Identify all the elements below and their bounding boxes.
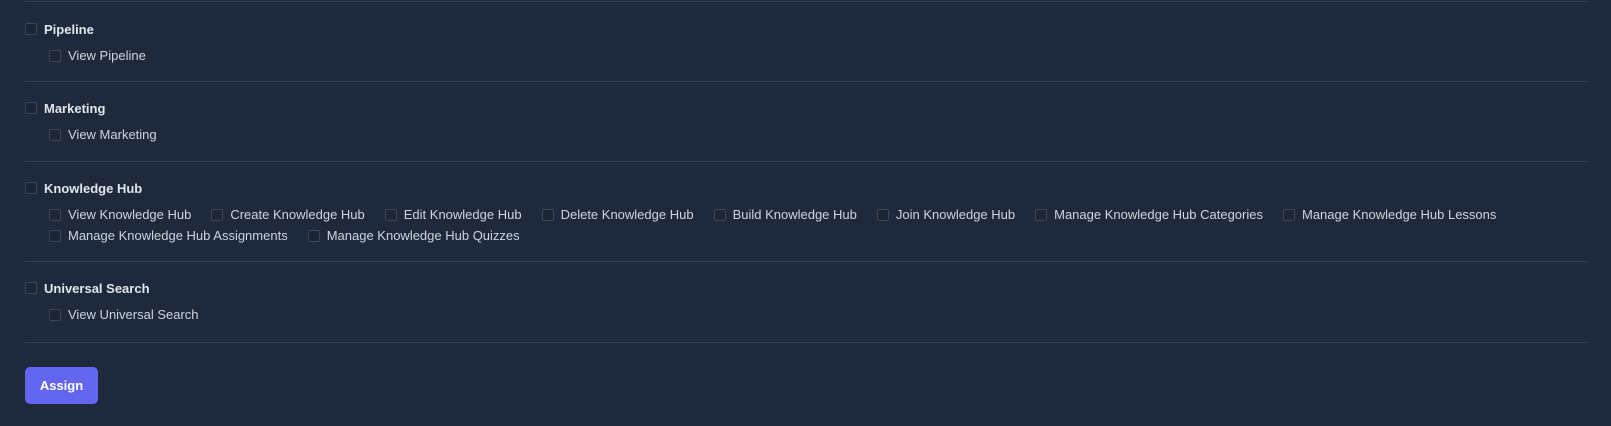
group-header[interactable]: Marketing	[25, 97, 1587, 119]
permission-item[interactable]: View Universal Search	[49, 304, 199, 325]
permission-list: View Marketing	[25, 124, 1587, 145]
permission-checkbox[interactable]	[307, 229, 320, 242]
permission-item[interactable]: Manage Knowledge Hub Assignments	[49, 225, 288, 246]
permission-checkbox[interactable]	[1282, 208, 1295, 221]
permission-label: Delete Knowledge Hub	[560, 207, 694, 222]
permission-item[interactable]: Manage Knowledge Hub Categories	[1035, 204, 1263, 225]
permission-checkbox[interactable]	[541, 208, 554, 221]
permission-label: Manage Knowledge Hub Quizzes	[326, 228, 520, 243]
permission-label: Edit Knowledge Hub	[403, 207, 522, 222]
permission-label: Join Knowledge Hub	[895, 207, 1016, 222]
permission-item[interactable]: Delete Knowledge Hub	[541, 204, 694, 225]
permission-checkbox[interactable]	[876, 208, 889, 221]
permissions-panel: Pipeline View Pipeline Marketing View Ma…	[25, 0, 1587, 343]
group-checkbox-marketing[interactable]	[25, 102, 37, 114]
permission-label: Manage Knowledge Hub Assignments	[68, 228, 288, 243]
permission-checkbox[interactable]	[1035, 208, 1048, 221]
permission-label: Create Knowledge Hub	[230, 207, 365, 222]
permission-group-marketing: Marketing View Marketing	[25, 82, 1587, 162]
group-header[interactable]: Pipeline	[25, 18, 1587, 40]
permission-item[interactable]: Manage Knowledge Hub Lessons	[1282, 204, 1497, 225]
permission-checkbox[interactable]	[49, 49, 61, 62]
permission-group-knowledge-hub: Knowledge Hub View Knowledge Hub Create …	[25, 162, 1587, 262]
permission-item[interactable]: View Marketing	[49, 124, 157, 145]
permission-item[interactable]: Build Knowledge Hub	[713, 204, 857, 225]
permission-checkbox[interactable]	[49, 128, 61, 141]
assign-button[interactable]: Assign	[25, 367, 98, 404]
permission-checkbox[interactable]	[49, 308, 61, 321]
permission-list: View Pipeline	[25, 45, 1587, 66]
group-header[interactable]: Knowledge Hub	[25, 177, 1587, 199]
permission-group-pipeline: Pipeline View Pipeline	[25, 2, 1587, 82]
permission-checkbox[interactable]	[211, 208, 224, 221]
permission-group-universal-search: Universal Search View Universal Search	[25, 262, 1587, 343]
permission-list: View Knowledge Hub Create Knowledge Hub …	[25, 204, 1587, 246]
permission-checkbox[interactable]	[49, 229, 61, 242]
group-title: Pipeline	[44, 21, 94, 37]
permission-checkbox[interactable]	[49, 208, 61, 221]
permission-label: View Knowledge Hub	[68, 207, 192, 222]
group-title: Marketing	[44, 100, 106, 116]
group-checkbox-pipeline[interactable]	[25, 23, 37, 35]
permission-item[interactable]: View Pipeline	[49, 45, 146, 66]
group-title: Knowledge Hub	[44, 180, 143, 196]
permission-label: Manage Knowledge Hub Lessons	[1301, 207, 1497, 222]
permission-label: View Marketing	[68, 127, 157, 142]
permission-item[interactable]: Edit Knowledge Hub	[384, 204, 522, 225]
permission-label: View Universal Search	[68, 307, 199, 322]
permission-item[interactable]: Create Knowledge Hub	[211, 204, 365, 225]
permission-checkbox[interactable]	[384, 208, 397, 221]
permission-list: View Universal Search	[25, 304, 1587, 325]
permission-label: Manage Knowledge Hub Categories	[1054, 207, 1263, 222]
permission-item[interactable]: Join Knowledge Hub	[876, 204, 1016, 225]
group-header[interactable]: Universal Search	[25, 277, 1587, 299]
group-title: Universal Search	[44, 280, 150, 296]
permission-item[interactable]: Manage Knowledge Hub Quizzes	[307, 225, 520, 246]
permission-checkbox[interactable]	[713, 208, 726, 221]
permission-label: View Pipeline	[68, 48, 146, 63]
group-checkbox-universal-search[interactable]	[25, 282, 37, 294]
group-checkbox-knowledge-hub[interactable]	[25, 182, 37, 194]
permission-label: Build Knowledge Hub	[732, 207, 857, 222]
permission-item[interactable]: View Knowledge Hub	[49, 204, 191, 225]
